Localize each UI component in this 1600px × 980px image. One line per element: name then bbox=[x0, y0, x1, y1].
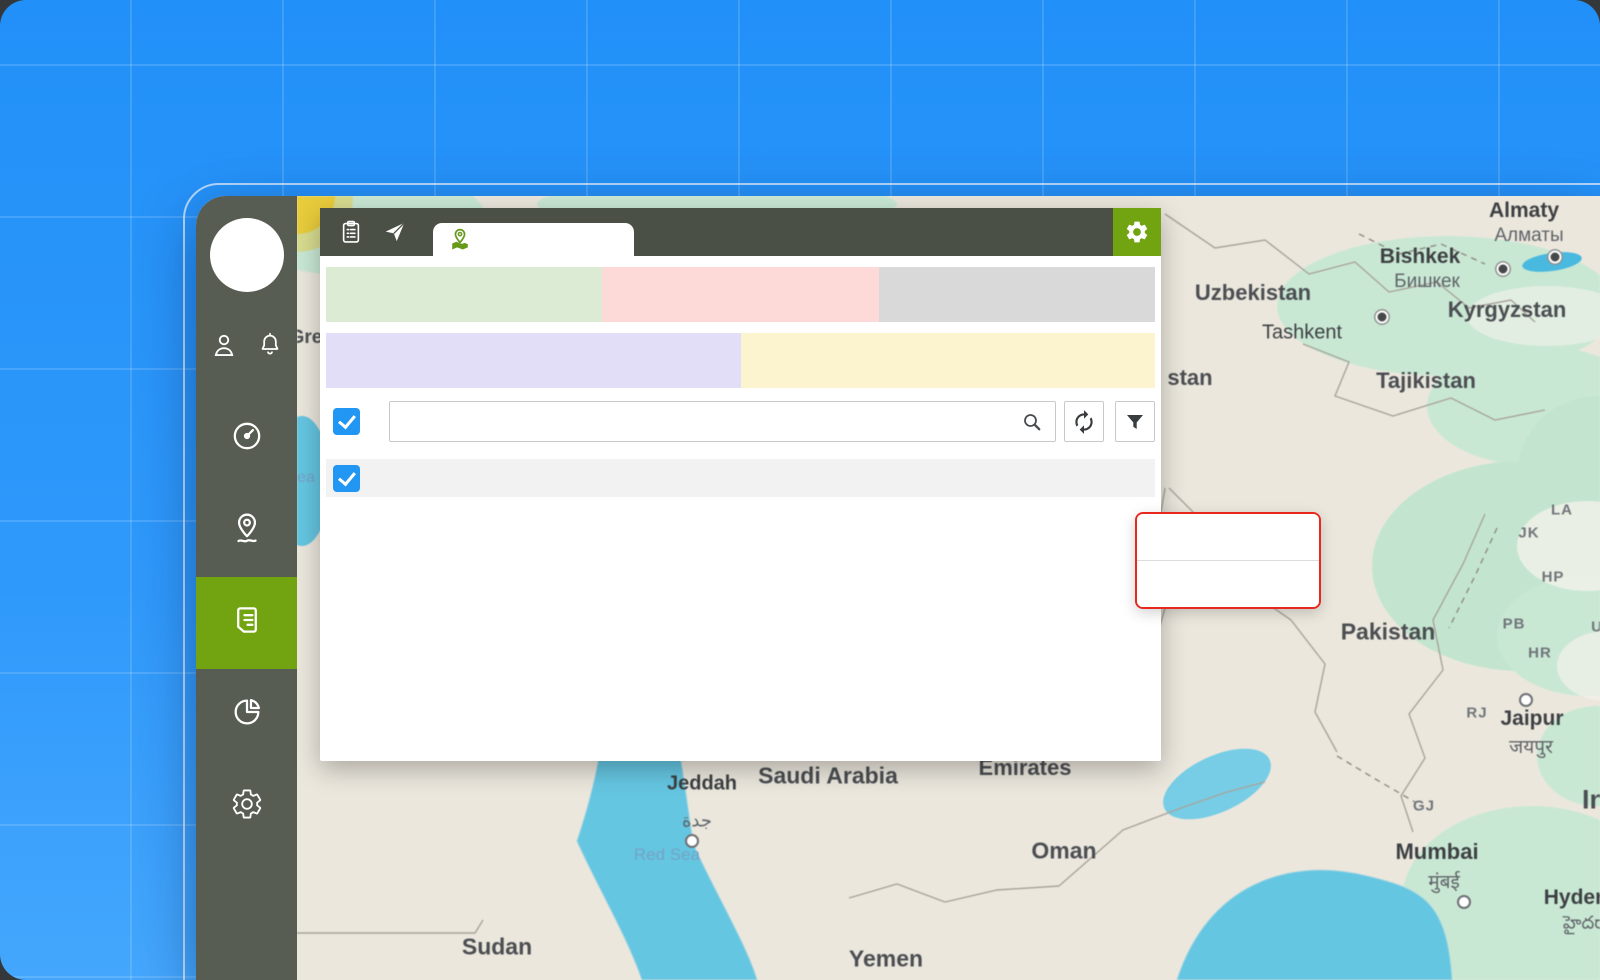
sidebar-nav bbox=[196, 393, 297, 853]
map-label: ea bbox=[297, 469, 315, 487]
city-dot-icon bbox=[1549, 251, 1562, 264]
city-dot-icon bbox=[1519, 693, 1533, 707]
map-label: JK bbox=[1518, 525, 1539, 542]
map-label: PB bbox=[1503, 616, 1526, 633]
map-label: जयपुर bbox=[1509, 733, 1553, 759]
map-label: Алматы bbox=[1494, 225, 1563, 247]
app-window: Almaty Алматы Bishkek Бишкек Uzbekistan … bbox=[196, 196, 1600, 980]
sidebar bbox=[196, 196, 297, 980]
sidebar-item-reports[interactable] bbox=[196, 577, 297, 669]
sidebar-item-tracking[interactable] bbox=[196, 485, 297, 577]
sidebar-item-chart[interactable] bbox=[196, 669, 297, 761]
collection-pin-icon bbox=[447, 227, 473, 253]
send-icon[interactable] bbox=[380, 217, 410, 247]
map-label: HR bbox=[1528, 645, 1552, 662]
table-header bbox=[326, 459, 1155, 497]
map-label: Kyrgyzstan bbox=[1448, 297, 1567, 323]
city-dot-icon bbox=[1376, 311, 1389, 324]
uffizio-logo bbox=[210, 218, 284, 292]
tab-collection-point[interactable] bbox=[433, 223, 634, 256]
stat-damaged[interactable] bbox=[741, 333, 1156, 388]
sidebar-item-dashboard[interactable] bbox=[196, 393, 297, 485]
stats-row-1 bbox=[326, 267, 1155, 322]
bell-icon[interactable] bbox=[256, 330, 284, 360]
search-input[interactable] bbox=[389, 401, 1056, 442]
map-label: Hyderabad bbox=[1544, 886, 1600, 910]
filter-button[interactable] bbox=[1115, 401, 1155, 442]
map-label: stan bbox=[1167, 365, 1212, 391]
map-label: Tashkent bbox=[1262, 322, 1342, 345]
map-label: U bbox=[1591, 619, 1600, 636]
menu-item-modify[interactable] bbox=[1137, 514, 1319, 560]
map-label: Jaipur bbox=[1500, 707, 1563, 731]
sidebar-item-settings[interactable] bbox=[196, 761, 297, 853]
map-label: Almaty bbox=[1489, 199, 1559, 223]
speedometer-icon bbox=[230, 419, 264, 453]
map-label: In bbox=[1582, 785, 1600, 816]
map-label: LA bbox=[1551, 502, 1573, 519]
map-label: Pakistan bbox=[1341, 619, 1436, 646]
stats-row-2 bbox=[326, 333, 1155, 388]
filter-icon bbox=[1123, 410, 1147, 434]
user-icon[interactable] bbox=[209, 330, 239, 360]
map-label: Jeddah bbox=[667, 773, 737, 796]
stat-allocated[interactable] bbox=[326, 267, 602, 322]
map-label: Uzbekistan bbox=[1195, 280, 1311, 306]
map-label: Бишкек bbox=[1394, 271, 1460, 293]
menu-item-add-event[interactable] bbox=[1137, 560, 1319, 607]
map-label: Red Sea bbox=[634, 845, 700, 865]
gear-icon bbox=[1124, 219, 1150, 245]
map-label: హైదరాబాద్ bbox=[1563, 913, 1600, 938]
map-pin-icon bbox=[230, 511, 264, 545]
stat-total[interactable] bbox=[879, 267, 1155, 322]
city-dot-icon bbox=[685, 834, 699, 848]
report-icon bbox=[230, 603, 264, 637]
map-label: Oman bbox=[1031, 838, 1096, 865]
city-dot-icon bbox=[1497, 263, 1510, 276]
panel-settings-button[interactable] bbox=[1113, 208, 1161, 256]
map-label: Yemen bbox=[849, 946, 923, 973]
map-label: جدة bbox=[682, 811, 712, 832]
stat-expired[interactable] bbox=[326, 333, 741, 388]
map-label: Mumbai bbox=[1395, 839, 1478, 865]
search-icon[interactable] bbox=[1020, 410, 1044, 439]
map-label: GJ bbox=[1413, 798, 1435, 815]
gear-icon bbox=[230, 787, 264, 821]
city-dot-icon bbox=[1457, 895, 1471, 909]
map-label: मुंबई bbox=[1428, 868, 1460, 894]
checklist-icon[interactable] bbox=[336, 217, 366, 247]
header-checkbox[interactable] bbox=[333, 465, 360, 492]
refresh-icon bbox=[1071, 409, 1097, 435]
select-all-checkbox[interactable] bbox=[333, 408, 360, 435]
panel-toolbar bbox=[320, 208, 1161, 256]
map-label: Tajikistan bbox=[1376, 368, 1476, 394]
refresh-button[interactable] bbox=[1064, 401, 1104, 442]
stat-not-allocated[interactable] bbox=[602, 267, 878, 322]
map-label: Bishkek bbox=[1380, 245, 1461, 269]
pie-chart-icon bbox=[230, 695, 264, 729]
map-label: HP bbox=[1542, 569, 1565, 586]
row-context-menu bbox=[1135, 512, 1321, 609]
map-label: Sudan bbox=[462, 934, 532, 961]
map-label: RJ bbox=[1466, 705, 1487, 722]
collection-point-panel bbox=[320, 208, 1161, 761]
search-row bbox=[326, 401, 1155, 442]
map-label: Saudi Arabia bbox=[758, 763, 898, 790]
map-label: Gre bbox=[297, 327, 322, 349]
screenshot-canvas: Almaty Алматы Bishkek Бишкек Uzbekistan … bbox=[0, 0, 1600, 980]
